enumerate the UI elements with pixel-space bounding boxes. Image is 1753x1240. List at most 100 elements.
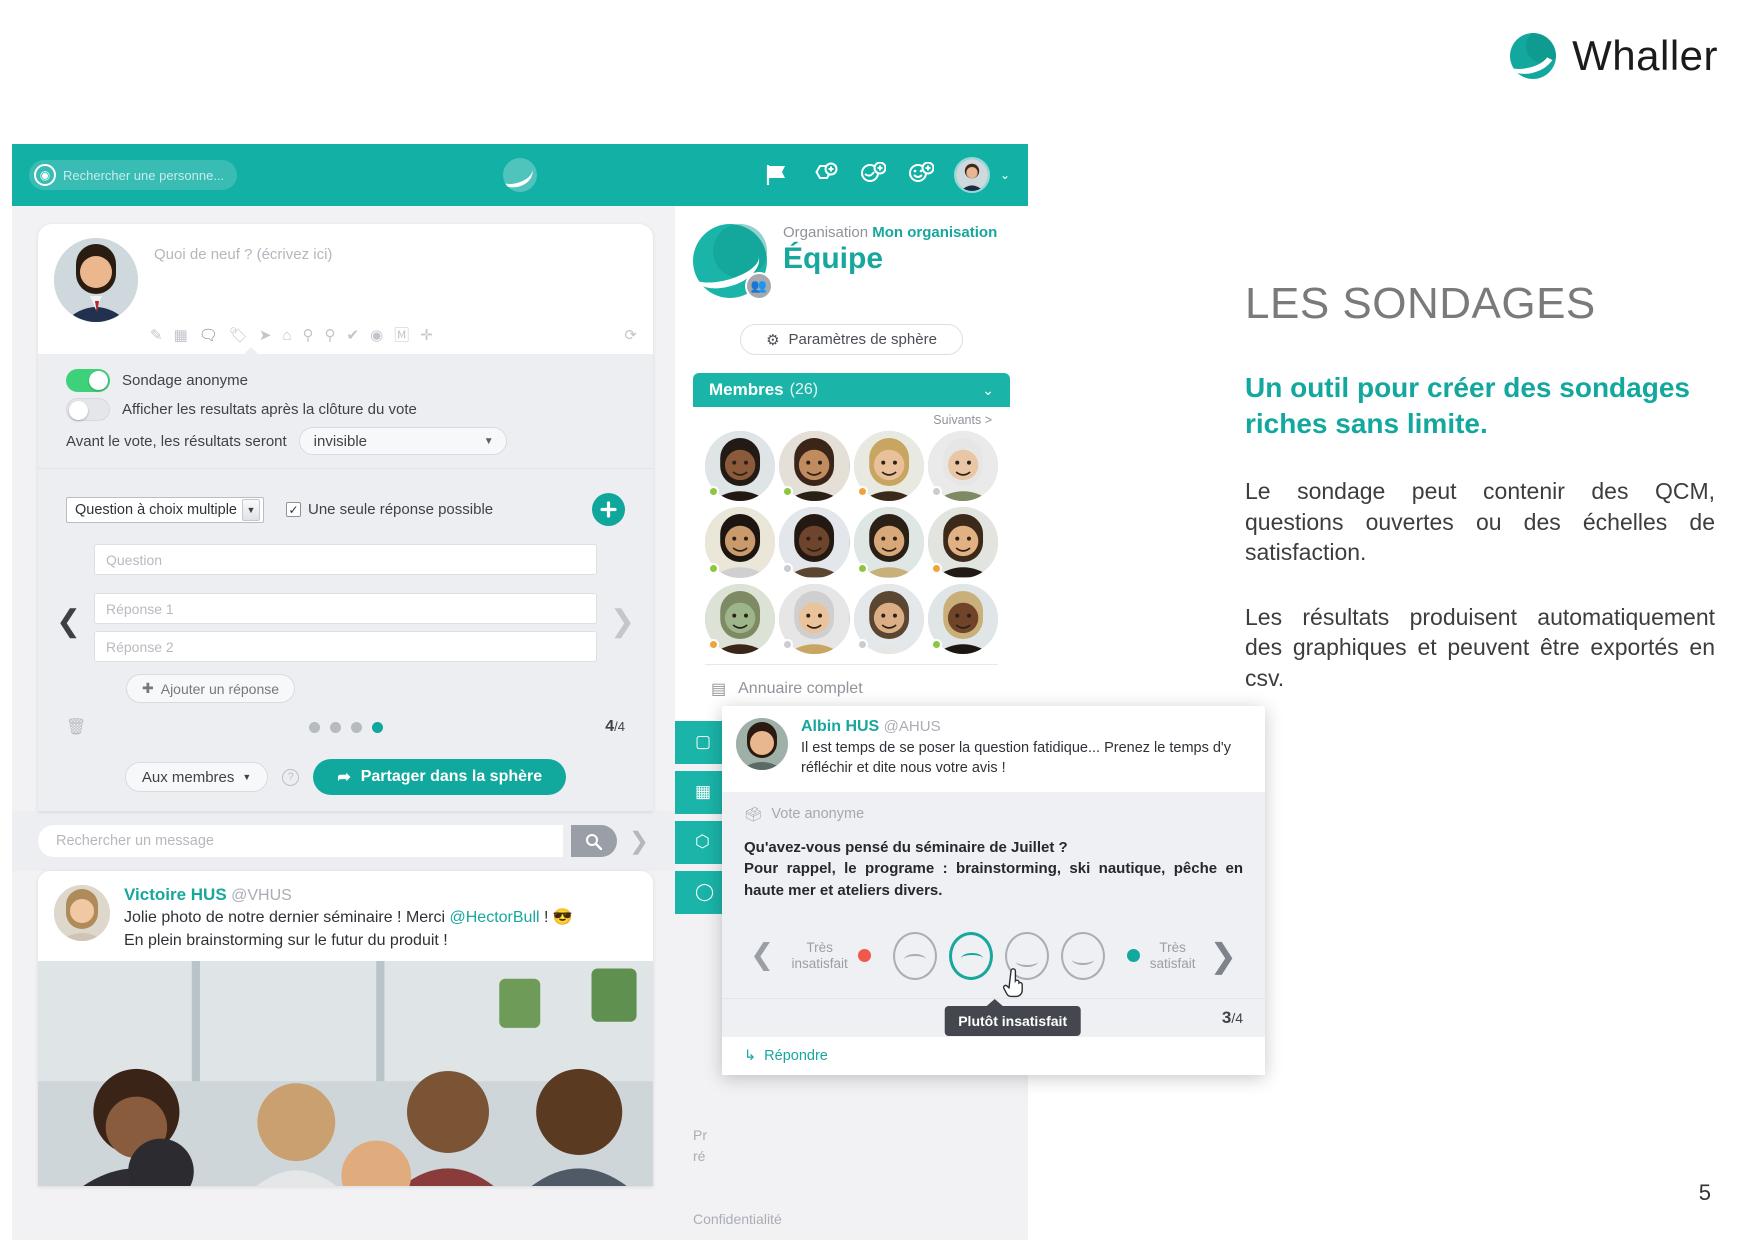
add-contact-icon[interactable] bbox=[858, 162, 886, 188]
avatar[interactable] bbox=[736, 718, 788, 770]
question-input[interactable]: Question bbox=[94, 544, 597, 575]
eye-icon[interactable]: ◉ bbox=[370, 328, 383, 343]
face-unhappy[interactable] bbox=[948, 931, 993, 980]
people-search-input[interactable]: ◉ Rechercher une personne... bbox=[29, 160, 237, 190]
scale-left-dot[interactable] bbox=[857, 949, 871, 963]
location-icon[interactable]: ⚲ bbox=[325, 328, 336, 343]
search-icon[interactable] bbox=[570, 825, 617, 857]
calendar-icon: ▦ bbox=[695, 782, 712, 802]
avatar[interactable] bbox=[953, 157, 990, 193]
member-avatar[interactable] bbox=[779, 583, 850, 654]
whaller-logo-icon[interactable] bbox=[503, 158, 537, 192]
step-dot[interactable] bbox=[329, 721, 341, 733]
presence-dot bbox=[856, 486, 868, 498]
chevron-right-icon[interactable]: ❯ bbox=[629, 827, 649, 856]
trash-icon[interactable]: 🗑 bbox=[66, 717, 86, 737]
privacy-link[interactable]: Confidentialité bbox=[693, 1209, 782, 1230]
member-avatar[interactable] bbox=[705, 431, 776, 502]
chevron-down-icon: ▼ bbox=[242, 498, 260, 521]
scale-faces bbox=[892, 931, 1105, 980]
poll-icon[interactable]: 🗨 bbox=[199, 328, 218, 343]
step-dot[interactable] bbox=[308, 721, 320, 733]
account-caret-icon[interactable]: ⌄ bbox=[1000, 168, 1010, 182]
markdown-icon[interactable]: 🄼 bbox=[394, 328, 409, 343]
next-question-button[interactable]: ❯ bbox=[1209, 939, 1237, 972]
footer-note-line-2: ré bbox=[693, 1148, 706, 1164]
flag-icon[interactable] bbox=[764, 163, 790, 187]
help-icon[interactable]: ? bbox=[282, 768, 300, 786]
question-type-select[interactable]: Question à choix multiple ▼ bbox=[66, 496, 264, 523]
editorial-copy: LES SONDAGES Un outil pour créer des son… bbox=[1245, 279, 1715, 694]
member-avatar[interactable] bbox=[853, 431, 924, 502]
audience-label: Aux membres bbox=[141, 768, 235, 786]
anonymous-poll-toggle[interactable] bbox=[66, 369, 110, 392]
member-avatar[interactable] bbox=[779, 431, 850, 502]
home-icon[interactable]: ⌂ bbox=[282, 328, 291, 343]
before-vote-select[interactable]: invisible ▼ bbox=[298, 427, 507, 455]
page-subtitle: Un outil pour créer des sondages riches … bbox=[1245, 372, 1690, 440]
poll-reply-button[interactable]: ↳ Répondre bbox=[722, 1036, 1265, 1075]
step-dot-active[interactable] bbox=[371, 721, 383, 733]
post-author-line: Victoire HUS @VHUS bbox=[124, 885, 573, 905]
next-question-button[interactable]: ❯ bbox=[610, 607, 635, 637]
member-avatar[interactable] bbox=[927, 583, 998, 654]
member-avatar[interactable] bbox=[705, 583, 776, 654]
scale-tooltip: Plutôt insatisfait bbox=[944, 998, 1082, 1036]
member-avatar[interactable] bbox=[927, 431, 998, 502]
scale-left-line-2: insatisfait bbox=[791, 955, 848, 971]
tag-icon[interactable]: 🏷 bbox=[229, 328, 248, 343]
scale-right-dot[interactable] bbox=[1126, 949, 1140, 963]
plus-circle-icon[interactable]: ✛ bbox=[420, 328, 433, 343]
presence-dot bbox=[930, 486, 942, 498]
prev-question-button[interactable]: ❮ bbox=[750, 941, 774, 970]
single-answer-row[interactable]: ✓ Une seule réponse possible bbox=[286, 501, 493, 518]
organisation-name[interactable]: Mon organisation bbox=[872, 224, 997, 241]
idea-icon[interactable]: ⚲ bbox=[303, 328, 314, 343]
show-results-toggle[interactable] bbox=[66, 398, 110, 421]
audience-select[interactable]: Aux membres ▼ bbox=[124, 762, 269, 792]
poll-question-line-1: Qu'avez-vous pensé du séminaire de Juill… bbox=[744, 838, 1068, 856]
question-type-value: Question à choix multiple bbox=[75, 501, 237, 518]
share-button[interactable]: ➦ Partager dans la sphère bbox=[313, 759, 567, 795]
calendar-icon[interactable]: ▦ bbox=[174, 328, 188, 343]
question-counter: 4/4 bbox=[605, 718, 625, 736]
answer-2-input[interactable]: Réponse 2 bbox=[94, 631, 597, 662]
avatar[interactable] bbox=[54, 885, 110, 941]
face-very-happy[interactable] bbox=[1060, 931, 1105, 980]
post-image[interactable] bbox=[38, 961, 653, 1187]
message-search-input[interactable]: Rechercher un message bbox=[38, 825, 563, 857]
chevron-down-icon: ▼ bbox=[242, 772, 252, 782]
show-results-label: Afficher les resultats après la clôture … bbox=[122, 401, 417, 418]
attachment-icon[interactable]: ✎ bbox=[150, 328, 163, 343]
anonymous-poll-row: Sondage anonyme bbox=[38, 366, 653, 395]
member-avatar[interactable] bbox=[853, 507, 924, 578]
prev-question-button[interactable]: ❮ bbox=[56, 607, 81, 637]
add-question-button[interactable] bbox=[592, 493, 625, 526]
member-avatar[interactable] bbox=[853, 583, 924, 654]
sphere-settings-button[interactable]: ⚙ Paramètres de sphère bbox=[740, 324, 963, 355]
before-vote-row: Avant le vote, les résultats seront invi… bbox=[38, 424, 653, 458]
post-mention[interactable]: @HectorBull bbox=[450, 909, 540, 926]
member-avatar[interactable] bbox=[705, 507, 776, 578]
member-avatar[interactable] bbox=[779, 507, 850, 578]
members-next-link[interactable]: Suivants > bbox=[705, 411, 998, 431]
add-friend-icon[interactable] bbox=[906, 162, 934, 188]
face-very-unhappy[interactable] bbox=[892, 931, 937, 980]
members-header[interactable]: Membres (26) ⌄ bbox=[693, 373, 1010, 407]
add-sphere-icon[interactable] bbox=[810, 162, 838, 188]
step-dot[interactable] bbox=[350, 721, 362, 733]
send-icon[interactable]: ➤ bbox=[259, 328, 272, 343]
poll-popup-body: 🗳 Vote anonyme Qu'avez-vous pensé du sém… bbox=[722, 791, 1265, 1036]
post-text-post: ! 😎 bbox=[539, 909, 573, 926]
add-answer-button[interactable]: ✚ Ajouter un réponse bbox=[126, 674, 296, 703]
chevron-down-icon[interactable]: ⌄ bbox=[982, 382, 994, 399]
member-avatar[interactable] bbox=[927, 507, 998, 578]
show-results-row: Afficher les resultats après la clôture … bbox=[38, 395, 653, 424]
refresh-icon[interactable]: ⟳ bbox=[624, 326, 637, 344]
scale-left-label: Très insatisfait bbox=[791, 940, 847, 971]
single-answer-checkbox[interactable]: ✓ bbox=[286, 502, 301, 517]
poll-author-line: Albin HUS @AHUS bbox=[801, 718, 1251, 736]
answer-1-input[interactable]: Réponse 1 bbox=[94, 593, 597, 624]
check-icon[interactable]: ✔ bbox=[347, 328, 360, 343]
question-counter-total: /4 bbox=[614, 719, 625, 734]
